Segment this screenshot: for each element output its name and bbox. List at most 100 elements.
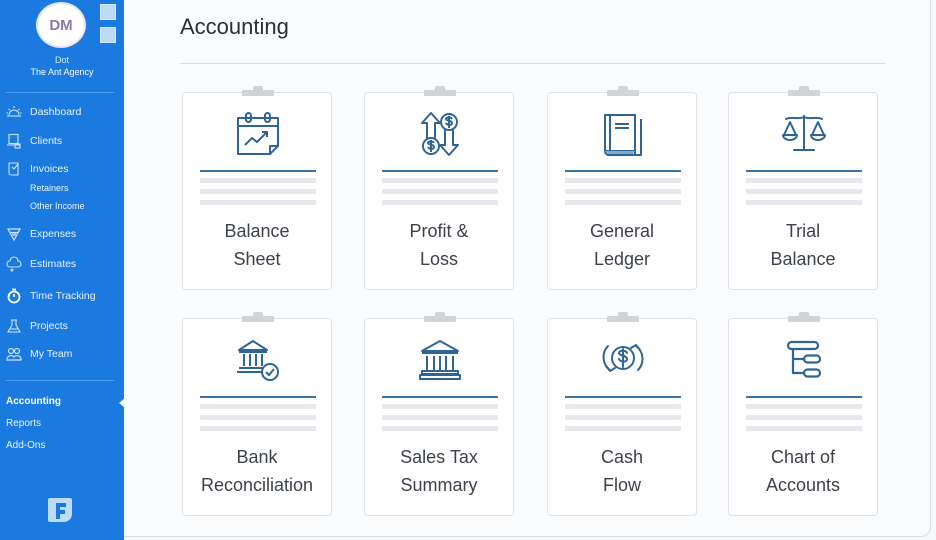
sidebar-item-projects[interactable]: Projects: [6, 318, 68, 334]
sidebar-item-time-tracking[interactable]: Time Tracking: [6, 288, 96, 304]
card-placeholder-line: [200, 178, 316, 183]
card-label-line2: Balance: [770, 249, 836, 269]
card-placeholder-line: [200, 189, 316, 194]
report-card-general[interactable]: General Ledger: [547, 86, 697, 290]
card-accent-rule: [382, 396, 498, 398]
clipboard-clip-icon: [788, 86, 820, 96]
card-placeholder-line: [382, 200, 498, 205]
team-icon: [6, 347, 22, 361]
card-label: Profit & Loss: [365, 217, 513, 273]
account-tree-icon: [779, 336, 829, 384]
card-accent-rule: [746, 396, 862, 398]
settings-button[interactable]: [100, 27, 116, 43]
card-accent-rule: [565, 396, 681, 398]
report-card-chart-of[interactable]: Chart of Accounts: [728, 312, 878, 516]
card-label-line2: Ledger: [593, 249, 651, 269]
card-placeholder-line: [200, 404, 316, 409]
card-placeholder-line: [746, 178, 862, 183]
card-accent-rule: [382, 170, 498, 172]
avatar[interactable]: DM: [36, 2, 86, 48]
card-label: Cash Flow: [548, 443, 696, 499]
card-label-line2: Accounts: [765, 475, 841, 495]
calendar-chart-icon: [233, 110, 283, 158]
flask-icon: [7, 319, 21, 333]
card-label-line1: Profit &: [409, 221, 469, 241]
ledger-book-icon: [598, 110, 648, 158]
sidebar-item-reports[interactable]: Reports: [6, 418, 41, 429]
stopwatch-icon: [7, 288, 21, 304]
sidebar-item-clients[interactable]: Clients: [6, 133, 62, 149]
card-label-line1: Trial: [785, 221, 821, 241]
card-placeholder-line: [746, 404, 862, 409]
sidebar-divider: [6, 380, 114, 381]
card-label-line2: Flow: [602, 475, 641, 495]
card-label: Trial Balance: [729, 217, 877, 273]
freshbooks-logo[interactable]: [46, 496, 74, 524]
bank-icon: [415, 336, 465, 384]
sidebar-item-label: Dashboard: [30, 106, 82, 118]
sidebar: DM Dot The Ant Agency Dashboard Clients …: [0, 0, 125, 540]
notifications-button[interactable]: [100, 4, 116, 20]
card-placeholder-line: [565, 189, 681, 194]
card-placeholder-line: [200, 200, 316, 205]
report-card-profit[interactable]: Profit & Loss: [364, 86, 514, 290]
sidebar-item-label: Clients: [30, 135, 63, 147]
card-label-line1: Balance: [224, 221, 290, 241]
card-label-line1: Bank: [236, 447, 278, 467]
estimates-icon: [6, 256, 22, 272]
card-label-line1: Chart of: [770, 447, 836, 467]
sidebar-item-estimates[interactable]: Estimates: [6, 256, 76, 272]
sidebar-item-invoices[interactable]: Invoices: [6, 161, 69, 177]
card-label-line2: Summary: [400, 475, 478, 495]
clipboard-clip-icon: [788, 312, 820, 322]
card-placeholder-line: [200, 426, 316, 431]
title-divider: [180, 63, 885, 64]
card-placeholder-line: [382, 189, 498, 194]
card-label: Bank Reconciliation: [183, 443, 331, 499]
sidebar-item-accounting[interactable]: Accounting: [6, 396, 61, 407]
sun-icon: [6, 106, 22, 117]
card-placeholder-line: [382, 178, 498, 183]
card-label-line2: Loss: [419, 249, 459, 269]
card-label-line2: Sheet: [233, 249, 281, 269]
sidebar-item-expenses[interactable]: Expenses: [6, 226, 76, 242]
card-label: Chart of Accounts: [729, 443, 877, 499]
sidebar-subitem-retainers[interactable]: Retainers: [30, 183, 69, 193]
invoice-icon: [8, 162, 19, 176]
card-placeholder-line: [382, 404, 498, 409]
clipboard-clip-icon: [607, 86, 639, 96]
sidebar-subitem-other-income[interactable]: Other Income: [30, 201, 85, 211]
page-title: Accounting: [180, 14, 289, 39]
cash-cycle-icon: [598, 336, 648, 384]
card-placeholder-line: [382, 415, 498, 420]
card-label-line1: General: [589, 221, 655, 241]
sidebar-divider: [6, 92, 114, 93]
report-card-cash[interactable]: Cash Flow: [547, 312, 697, 516]
card-placeholder-line: [746, 200, 862, 205]
report-card-balance[interactable]: Balance Sheet: [182, 86, 332, 290]
sidebar-item-label: Estimates: [30, 258, 77, 270]
card-label: General Ledger: [548, 217, 696, 273]
card-accent-rule: [565, 170, 681, 172]
company-name[interactable]: The Ant Agency: [0, 67, 124, 77]
report-card-trial[interactable]: Trial Balance: [728, 86, 878, 290]
user-name: Dot: [54, 55, 69, 65]
card-label-line1: Sales Tax: [400, 447, 478, 467]
clipboard-clip-icon: [424, 312, 456, 322]
card-placeholder-line: [565, 415, 681, 420]
sidebar-item-add-ons[interactable]: Add-Ons: [6, 440, 45, 451]
scales-icon: [779, 110, 829, 158]
card-label: Sales Tax Summary: [365, 443, 513, 499]
clipboard-clip-icon: [242, 312, 274, 322]
report-card-bank[interactable]: Bank Reconciliation: [182, 312, 332, 516]
sidebar-item-my-team[interactable]: My Team: [6, 346, 72, 362]
clipboard-clip-icon: [607, 312, 639, 322]
report-card-sales-tax[interactable]: Sales Tax Summary: [364, 312, 514, 516]
sidebar-item-label: Time Tracking: [30, 290, 96, 302]
card-label-line1: Cash: [600, 447, 644, 467]
card-placeholder-line: [746, 426, 862, 431]
card-accent-rule: [200, 396, 316, 398]
sidebar-item-dashboard[interactable]: Dashboard: [6, 104, 81, 120]
sidebar-item-label: Expenses: [30, 228, 77, 240]
card-placeholder-line: [565, 200, 681, 205]
